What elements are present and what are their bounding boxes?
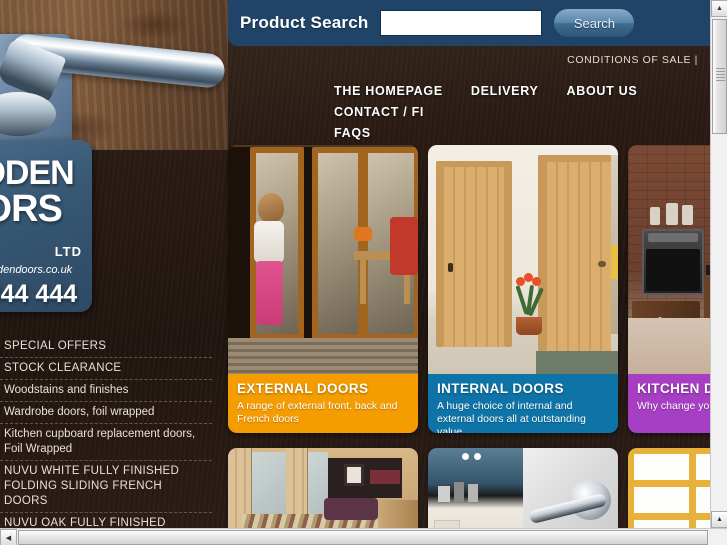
nav-item-contact[interactable]: CONTACT / FI [334, 105, 424, 119]
sidebar-item-nuvu-white[interactable]: NUVU WHITE FULLY FINISHED FOLDING SLIDIN… [0, 461, 212, 513]
logo-phone: 06 844 444 [0, 280, 78, 308]
category-tile-internal-doors[interactable]: INTERNAL DOORS A huge choice of internal… [428, 145, 618, 433]
search-input[interactable] [380, 10, 543, 36]
horizontal-scrollbar[interactable]: ◀ [0, 528, 727, 545]
internal-doors-title: INTERNAL DOORS [437, 381, 564, 396]
page-content: OODEN OORS LTD es@woodendoors.co.uk 06 8… [0, 0, 710, 530]
scroll-up-button-bottom[interactable]: ▲ [711, 511, 727, 528]
horizontal-scrollbar-thumb[interactable] [18, 530, 708, 545]
sidebar-item-wardrobe-doors[interactable]: Wardrobe doors, foil wrapped [0, 402, 212, 424]
internal-doors-desc: A huge choice of internal and external d… [437, 400, 586, 433]
nav-item-faqs[interactable]: FAQS [334, 126, 710, 140]
nav-item-delivery[interactable]: DELIVERY [471, 84, 539, 98]
external-doors-image [228, 145, 418, 374]
sidebar-item-kitchen-cupboard-doors[interactable]: Kitchen cupboard replacement doors, Foil… [0, 424, 212, 461]
sidebar-item-woodstains[interactable]: Woodstains and finishes [0, 380, 212, 402]
sidebar-item-special-offers[interactable]: SPECIAL OFFERS [0, 336, 212, 358]
category-tile-windows[interactable] [628, 448, 710, 530]
category-sidebar: SPECIAL OFFERS STOCK CLEARANCE Woodstain… [0, 336, 212, 530]
internal-doors-caption: INTERNAL DOORS A huge choice of internal… [428, 374, 618, 433]
product-search-bar: Product Search Search [228, 0, 710, 46]
category-tile-kitchen-doors[interactable]: KITCHEN DO Why change your bedroom? Just… [628, 145, 710, 433]
vertical-scrollbar[interactable]: ▲ ▲ ▼ [710, 0, 727, 545]
kitchen-doors-caption: KITCHEN DO Why change your bedroom? Just… [628, 374, 710, 433]
external-doors-caption: EXTERNAL DOORS A range of external front… [228, 374, 418, 433]
external-doors-title: EXTERNAL DOORS [237, 381, 369, 396]
logo-line-2: OORS [0, 187, 63, 230]
main-navigation: THE HOMEPAGE DELIVERY ABOUT US CONTACT /… [334, 84, 710, 140]
category-tile-wardrobe[interactable] [228, 448, 418, 530]
vertical-scrollbar-thumb[interactable] [712, 19, 727, 134]
logo-email: es@woodendoors.co.uk [0, 264, 73, 276]
kitchen-doors-image [628, 145, 710, 374]
logo-line-1: OODEN [0, 154, 75, 192]
category-tile-handles[interactable] [428, 448, 618, 530]
logo-ltd: LTD [54, 244, 82, 259]
internal-doors-image [428, 145, 618, 374]
site-logo[interactable]: OODEN OORS LTD es@woodendoors.co.uk 06 8… [0, 140, 92, 312]
external-doors-desc: A range of external front, back and Fren… [237, 400, 398, 425]
nav-item-about-us[interactable]: ABOUT US [567, 84, 638, 98]
scroll-up-button[interactable]: ▲ [711, 0, 727, 17]
kitchen-doors-desc: Why change your bedroom? Just ch [637, 400, 710, 412]
browser-viewport: OODEN OORS LTD es@woodendoors.co.uk 06 8… [0, 0, 727, 545]
kitchen-doors-title: KITCHEN DO [637, 381, 710, 396]
search-button[interactable]: Search [553, 8, 636, 38]
scroll-left-button[interactable]: ◀ [0, 529, 17, 545]
nav-item-homepage[interactable]: THE HOMEPAGE [334, 84, 443, 98]
sidebar-item-stock-clearance[interactable]: STOCK CLEARANCE [0, 358, 212, 380]
conditions-of-sale-label: CONDITIONS OF SALE | [567, 54, 698, 66]
product-search-label: Product Search [240, 13, 369, 32]
category-tile-external-doors[interactable]: EXTERNAL DOORS A range of external front… [228, 145, 418, 433]
door-handle-hero-image [0, 0, 228, 150]
conditions-of-sale-link[interactable]: CONDITIONS OF SALE | [567, 54, 698, 66]
